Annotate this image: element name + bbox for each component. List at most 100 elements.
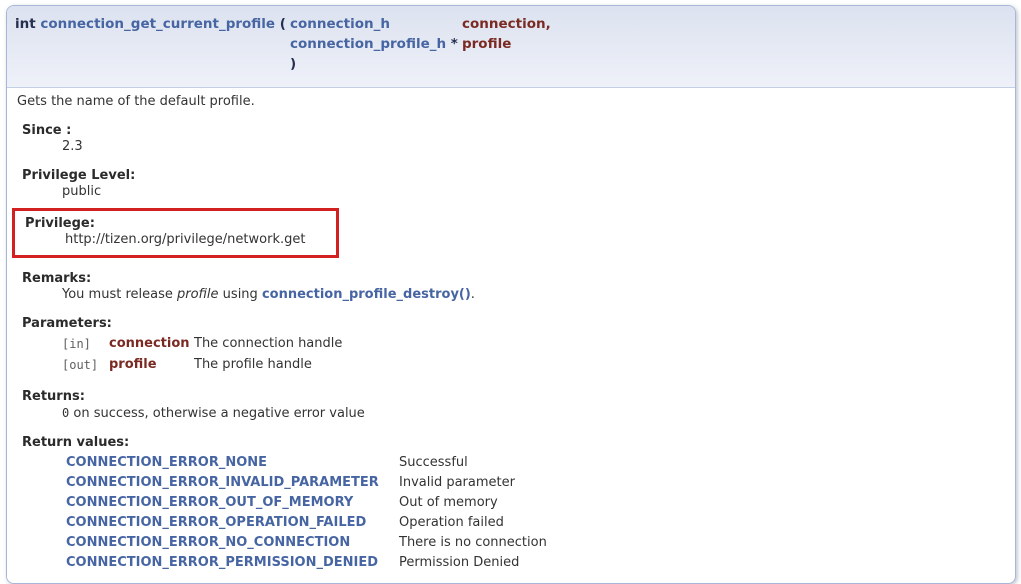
remarks-suffix: . [471, 287, 475, 302]
retval-desc: There is no connection [399, 535, 547, 550]
privilege-highlight-box: Privilege: http://tizen.org/privilege/ne… [12, 208, 339, 258]
param-row: [in] connection The connection handle [62, 334, 342, 355]
since-section: Since : 2.3 [22, 123, 1007, 155]
return-value-row: CONNECTION_ERROR_NONE Successful [62, 453, 547, 473]
function-doc-card: int connection_get_current_profile ( con… [6, 5, 1016, 584]
retval-name-cell: CONNECTION_ERROR_OPERATION_FAILED [62, 513, 399, 533]
param-desc-cell: The profile handle [194, 355, 342, 376]
returns-section: Returns: 0 on success, otherwise a negat… [22, 389, 1007, 422]
param1-name: connection, [462, 16, 551, 32]
close-paren-cell: ) [288, 54, 460, 74]
signature-empty-cell [13, 34, 288, 54]
signature-row-2: connection_profile_h * profile [13, 34, 553, 54]
retval-link[interactable]: CONNECTION_ERROR_OUT_OF_MEMORY [66, 495, 353, 510]
returns-description: on success, otherwise a negative error v… [69, 406, 365, 421]
signature-func-cell: int connection_get_current_profile ( [13, 14, 288, 34]
since-label: Since : [22, 123, 1007, 139]
retval-desc-cell: Invalid parameter [399, 473, 547, 493]
function-signature-header: int connection_get_current_profile ( con… [7, 6, 1015, 88]
return-values-section: Return values: CONNECTION_ERROR_NONE Suc… [22, 435, 1007, 573]
param-desc: The profile handle [194, 357, 312, 372]
retval-desc: Permission Denied [399, 555, 519, 570]
retval-desc-cell: Out of memory [399, 493, 547, 513]
param-dir: [out] [62, 358, 98, 372]
remarks-section: Remarks: You must release profile using … [22, 271, 1007, 303]
retval-link[interactable]: CONNECTION_ERROR_NONE [66, 455, 267, 470]
privilege-section: Privilege: http://tizen.org/privilege/ne… [25, 216, 336, 248]
param2-type-link[interactable]: connection_profile_h [290, 36, 446, 52]
return-type: int [15, 16, 40, 32]
returns-text: 0 on success, otherwise a negative error… [62, 405, 1007, 422]
return-value-row: CONNECTION_ERROR_INVALID_PARAMETER Inval… [62, 473, 547, 493]
destroy-function-link[interactable]: connection_profile_destroy() [262, 287, 471, 302]
remarks-prefix: You must release [62, 287, 177, 302]
function-doc-body: Gets the name of the default profile. Si… [7, 88, 1015, 583]
privilege-label: Privilege: [25, 216, 336, 232]
privilege-level-label: Privilege Level: [22, 168, 1007, 184]
remarks-label: Remarks: [22, 271, 1007, 287]
param-name-cell: profile [109, 355, 194, 376]
retval-desc-cell: Permission Denied [399, 553, 547, 573]
return-value-row: CONNECTION_ERROR_PERMISSION_DENIED Permi… [62, 553, 547, 573]
return-values-table: CONNECTION_ERROR_NONE Successful CONNECT… [62, 453, 547, 573]
param-row: [out] profile The profile handle [62, 355, 342, 376]
param1-name-cell: connection, [460, 14, 553, 34]
param-dir: [in] [62, 337, 91, 351]
return-values-label: Return values: [22, 435, 1007, 451]
retval-link[interactable]: CONNECTION_ERROR_PERMISSION_DENIED [66, 555, 378, 570]
remarks-middle: using [219, 287, 262, 302]
retval-desc: Invalid parameter [399, 475, 515, 490]
function-name-link[interactable]: connection_get_current_profile [40, 16, 275, 32]
param-desc: The connection handle [194, 336, 342, 351]
parameters-table: [in] connection The connection handle [o… [62, 334, 342, 376]
parameters-section: Parameters: [in] connection The connecti… [22, 316, 1007, 376]
privilege-level-section: Privilege Level: public [22, 168, 1007, 200]
close-paren: ) [290, 56, 296, 72]
retval-desc-cell: Operation failed [399, 513, 547, 533]
param1-type-cell: connection_h [288, 14, 460, 34]
param2-name-cell: profile [460, 34, 553, 54]
param-dir-cell: [in] [62, 334, 109, 355]
returns-label: Returns: [22, 389, 1007, 405]
param2-type-cell: connection_profile_h * [288, 34, 460, 54]
retval-link[interactable]: CONNECTION_ERROR_NO_CONNECTION [66, 535, 350, 550]
return-value-row: CONNECTION_ERROR_OUT_OF_MEMORY Out of me… [62, 493, 547, 513]
privilege-level-value: public [62, 184, 1007, 200]
return-value-row: CONNECTION_ERROR_OPERATION_FAILED Operat… [62, 513, 547, 533]
signature-empty-cell-2 [13, 54, 288, 74]
privilege-value: http://tizen.org/privilege/network.get [65, 232, 336, 248]
retval-desc-cell: There is no connection [399, 533, 547, 553]
remarks-param-ref: profile [177, 287, 219, 302]
retval-link[interactable]: CONNECTION_ERROR_OPERATION_FAILED [66, 515, 366, 530]
retval-name-cell: CONNECTION_ERROR_PERMISSION_DENIED [62, 553, 399, 573]
open-paren: ( [275, 16, 286, 32]
since-value: 2.3 [62, 139, 1007, 155]
param-name: connection [109, 336, 190, 351]
retval-desc: Out of memory [399, 495, 498, 510]
retval-name-cell: CONNECTION_ERROR_NO_CONNECTION [62, 533, 399, 553]
return-values-table-wrap: CONNECTION_ERROR_NONE Successful CONNECT… [62, 453, 1007, 573]
retval-desc: Operation failed [399, 515, 504, 530]
remarks-text: You must release profile using connectio… [62, 287, 1007, 303]
signature-row-3: ) [13, 54, 553, 74]
retval-name-cell: CONNECTION_ERROR_OUT_OF_MEMORY [62, 493, 399, 513]
param-dir-cell: [out] [62, 355, 109, 376]
retval-desc-cell: Successful [399, 453, 547, 473]
param1-type-link[interactable]: connection_h [290, 16, 390, 32]
retval-desc: Successful [399, 455, 468, 470]
parameters-table-wrap: [in] connection The connection handle [o… [62, 334, 1007, 376]
param2-name: profile [462, 36, 511, 52]
retval-name-cell: CONNECTION_ERROR_INVALID_PARAMETER [62, 473, 399, 493]
param-desc-cell: The connection handle [194, 334, 342, 355]
signature-empty-cell-3 [460, 54, 553, 74]
signature-row-1: int connection_get_current_profile ( con… [13, 14, 553, 34]
parameters-label: Parameters: [22, 316, 1007, 332]
param-name: profile [109, 357, 157, 372]
param-name-cell: connection [109, 334, 194, 355]
param2-pointer-star: * [446, 36, 458, 52]
retval-name-cell: CONNECTION_ERROR_NONE [62, 453, 399, 473]
retval-link[interactable]: CONNECTION_ERROR_INVALID_PARAMETER [66, 475, 379, 490]
signature-table: int connection_get_current_profile ( con… [13, 14, 553, 74]
return-value-row: CONNECTION_ERROR_NO_CONNECTION There is … [62, 533, 547, 553]
brief-description: Gets the name of the default profile. [17, 94, 1007, 110]
